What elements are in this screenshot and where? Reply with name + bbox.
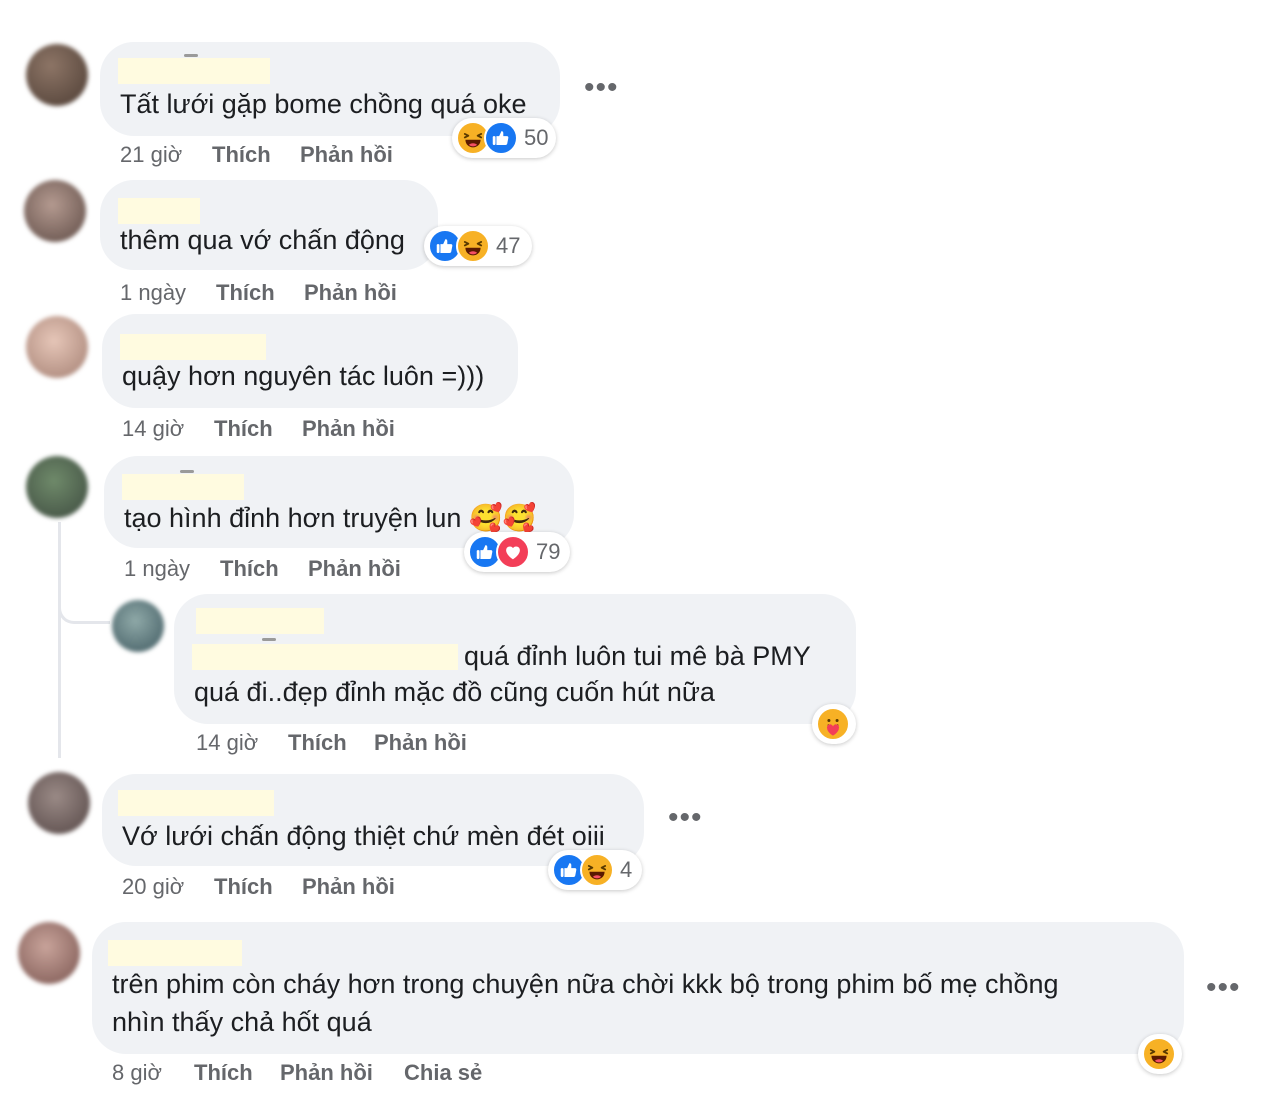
comment-text: thêm qua vớ chấn động xyxy=(120,225,405,255)
tagged-name-redacted[interactable] xyxy=(192,644,458,670)
like-button[interactable]: Thích xyxy=(214,416,273,442)
like-button[interactable]: Thích xyxy=(220,556,279,582)
haha-icon xyxy=(1142,1037,1176,1071)
comment-text-line2: nhìn thấy chả hốt quá xyxy=(112,1007,372,1037)
comment-time[interactable]: 1 ngày xyxy=(124,556,190,582)
reaction-count: 50 xyxy=(524,125,549,150)
like-button[interactable]: Thích xyxy=(194,1060,253,1086)
more-options-button[interactable]: ••• xyxy=(584,73,619,103)
comment-text: quậy hơn nguyên tác luôn =))) xyxy=(122,361,485,391)
author-name-redacted[interactable] xyxy=(118,790,274,816)
comment-text-line1: trên phim còn cháy hơn trong chuyện nữa … xyxy=(112,969,1059,999)
thread-connector xyxy=(58,596,110,624)
author-name-redacted[interactable] xyxy=(196,608,324,634)
comment-time[interactable]: 14 giờ xyxy=(196,730,258,756)
reply-button[interactable]: Phản hồi xyxy=(280,1060,373,1086)
comment-time[interactable]: 21 giờ xyxy=(120,142,182,168)
comment-time[interactable]: 14 giờ xyxy=(122,416,184,442)
comment-time[interactable]: 20 giờ xyxy=(122,874,184,900)
reply-button[interactable]: Phản hồi xyxy=(304,280,397,306)
reaction-count: 79 xyxy=(536,539,561,564)
avatar[interactable] xyxy=(26,316,88,378)
redaction-mark xyxy=(184,54,198,57)
like-button[interactable]: Thích xyxy=(214,874,273,900)
reaction-summary[interactable]: 4 xyxy=(548,850,642,890)
thread-line xyxy=(58,522,61,758)
comment-text: tạo hình đỉnh hơn truyện lun 🥰🥰 xyxy=(124,503,537,533)
avatar[interactable] xyxy=(18,922,80,984)
like-button[interactable]: Thích xyxy=(216,280,275,306)
love-icon xyxy=(496,535,530,569)
author-name-redacted[interactable] xyxy=(108,940,242,966)
author-name-redacted[interactable] xyxy=(122,474,244,500)
comment-text: Tất lưới gặp bome chồng quá oke xyxy=(120,89,527,119)
redaction-mark xyxy=(180,470,194,473)
reaction-summary[interactable] xyxy=(812,704,856,744)
comment-bubble: quá đỉnh luôn tui mê bà PMY quá đi..đẹp … xyxy=(174,594,856,724)
reaction-count: 47 xyxy=(496,233,521,258)
comment-bubble: quậy hơn nguyên tác luôn =))) xyxy=(102,314,518,408)
comment-text: Vớ lưới chấn động thiệt chứ mèn đét oiii xyxy=(122,821,605,851)
avatar[interactable] xyxy=(28,772,90,834)
avatar[interactable] xyxy=(24,180,86,242)
reaction-summary[interactable]: 47 xyxy=(424,226,532,266)
author-name-redacted[interactable] xyxy=(120,334,266,360)
redaction-mark xyxy=(262,638,276,641)
like-button[interactable]: Thích xyxy=(288,730,347,756)
haha-icon xyxy=(456,229,490,263)
reply-button[interactable]: Phản hồi xyxy=(308,556,401,582)
comment-time[interactable]: 1 ngày xyxy=(120,280,186,306)
comment-time[interactable]: 8 giờ xyxy=(112,1060,162,1086)
avatar[interactable] xyxy=(112,600,164,652)
like-icon xyxy=(484,121,518,155)
reply-button[interactable]: Phản hồi xyxy=(374,730,467,756)
reply-button[interactable]: Phản hồi xyxy=(302,874,395,900)
reply-button[interactable]: Phản hồi xyxy=(302,416,395,442)
comment-bubble: trên phim còn cháy hơn trong chuyện nữa … xyxy=(92,922,1184,1054)
comment-text-line1: quá đỉnh luôn tui mê bà PMY xyxy=(464,641,811,671)
like-button[interactable]: Thích xyxy=(212,142,271,168)
reaction-summary[interactable]: 79 xyxy=(464,532,570,572)
more-options-button[interactable]: ••• xyxy=(1206,973,1241,1003)
comment-text-line2: quá đi..đẹp đỉnh mặc đồ cũng cuốn hút nữ… xyxy=(194,677,715,707)
reaction-summary[interactable] xyxy=(1138,1034,1182,1074)
author-name-redacted[interactable] xyxy=(118,198,200,224)
reaction-summary[interactable]: 50 xyxy=(452,118,556,158)
more-options-button[interactable]: ••• xyxy=(668,803,703,833)
reaction-count: 4 xyxy=(620,857,633,882)
avatar[interactable] xyxy=(26,456,88,518)
care-icon xyxy=(816,707,850,741)
avatar[interactable] xyxy=(26,44,88,106)
reply-button[interactable]: Phản hồi xyxy=(300,142,393,168)
author-name-redacted[interactable] xyxy=(118,58,270,84)
comment-bubble: thêm qua vớ chấn động xyxy=(100,180,438,270)
share-button[interactable]: Chia sẻ xyxy=(404,1060,482,1086)
haha-icon xyxy=(580,853,614,887)
